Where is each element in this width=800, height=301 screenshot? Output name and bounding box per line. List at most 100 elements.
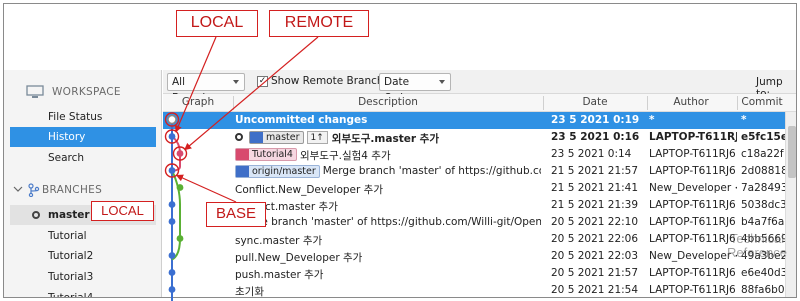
branches-header-label: BRANCHES <box>42 184 103 196</box>
annotation-local: LOCAL <box>176 10 258 37</box>
commit-hash: 7a28493 <box>741 182 785 194</box>
commit-author: LAPTOP-T611RJ6 <box>649 284 736 296</box>
branch-label: master <box>48 209 90 221</box>
commit-row[interactable]: push.master 추가 20 5 2021 21:57 LAPTOP-T611… <box>163 265 785 282</box>
commit-message: pull.New_Developer 추가 <box>235 252 363 264</box>
branches-filter-dropdown[interactable]: All Branches <box>167 73 245 104</box>
order-dropdown[interactable]: Date Order <box>379 73 451 104</box>
commit-message: 외부도구.실험4 추가 <box>299 150 391 162</box>
commit-hash: 2d08818 <box>741 165 785 177</box>
history-column-header: Graph Description Date Author Commit <box>163 94 796 112</box>
commit-author: * <box>649 114 655 126</box>
branch-tag[interactable]: Tutorial4 <box>235 148 297 161</box>
branches-header[interactable]: BRANCHES <box>4 178 162 202</box>
commit-hash: * <box>741 114 747 126</box>
sidebar-item-history[interactable]: History <box>10 127 156 147</box>
commit-description: origin/master Merge branch 'master' of ht… <box>235 165 541 178</box>
watermark: Technical Reference <box>722 232 792 260</box>
scrollbar-thumb[interactable] <box>788 126 796 178</box>
branch-tag-label: Tutorial4 <box>252 149 293 160</box>
commit-description: Merge branch 'master' of https://github.… <box>235 216 541 228</box>
commit-message: Conflict.New_Developer 추가 <box>235 184 383 196</box>
commit-list-scrollbar[interactable] <box>785 112 796 297</box>
commit-description: Tutorial4 외부도구.실험4 추가 <box>235 148 541 163</box>
commit-date: 20 5 2021 22:06 <box>551 233 639 245</box>
commit-message: 외부도구.master 추가 <box>331 133 439 145</box>
commit-date: 20 5 2021 22:10 <box>551 216 639 228</box>
sidebar-branch-tutorial3[interactable]: Tutorial3 <box>10 267 156 287</box>
commit-message: 초기화 <box>235 286 264 298</box>
commit-hash: e6e40d3 <box>741 267 785 279</box>
commit-hash: 88fa6b0 <box>741 284 785 296</box>
commit-row[interactable]: master 1↑ 외부도구.master 추가 23 5 2021 0:16 LAPT… <box>163 129 785 146</box>
commit-author: LAPTOP-T611RJ6 <box>649 131 737 143</box>
commit-description: 초기화 <box>235 284 541 298</box>
workspace-header[interactable]: WORKSPACE <box>4 80 162 104</box>
sidebar-branch-tutorial4[interactable]: Tutorial4 <box>10 288 156 297</box>
branch-tag[interactable]: origin/master <box>235 165 320 178</box>
sidebar: WORKSPACE File Status History Search BRA… <box>4 70 162 297</box>
branch-tag[interactable]: master <box>249 131 304 144</box>
show-remote-label: Show Remote Branches <box>271 75 396 87</box>
show-remote-checkbox[interactable]: ✓ <box>257 76 268 87</box>
commit-description: Conflict.New_Developer 추가 <box>235 182 541 197</box>
head-marker-icon <box>235 133 243 141</box>
sidebar-branch-tutorial[interactable]: Tutorial <box>10 226 156 246</box>
commit-row[interactable]: 초기화 20 5 2021 21:54 LAPTOP-T611RJ6 88fa6b0 <box>163 282 785 298</box>
sidebar-item-file-status[interactable]: File Status <box>10 107 156 127</box>
commit-author: LAPTOP-T611RJ6 <box>649 148 736 160</box>
commit-date: 21 5 2021 21:57 <box>551 165 639 177</box>
ahead-counter-badge: 1↑ <box>306 131 328 144</box>
commit-author: LAPTOP-T611RJ6 <box>649 267 736 279</box>
annotation-remote: REMOTE <box>269 10 369 37</box>
branch-tag-label: master <box>266 132 300 143</box>
watermark-line2: Reference <box>727 245 787 260</box>
commit-message: Uncommitted changes <box>235 114 368 126</box>
commit-row[interactable]: Uncommitted changes 23 5 2021 0:19 * * <box>163 112 785 129</box>
commit-description: sync.master 추가 <box>235 233 541 248</box>
workspace-header-label: WORKSPACE <box>52 86 121 98</box>
sidebar-item-search[interactable]: Search <box>10 148 156 168</box>
commit-date: 20 5 2021 21:54 <box>551 284 639 296</box>
commit-description: Conflict.master 추가 <box>235 199 541 214</box>
annotation-base: BASE <box>206 202 266 227</box>
watermark-line1: Technical <box>729 231 785 246</box>
commit-row[interactable]: Conflict.New_Developer 추가 21 5 2021 21:41… <box>163 180 785 197</box>
commit-row[interactable]: Tutorial4 외부도구.실험4 추가 23 5 2021 0:14 LAPTOP… <box>163 146 785 163</box>
commit-date: 23 5 2021 0:19 <box>551 114 640 126</box>
monitor-icon <box>26 85 44 99</box>
commit-date: 21 5 2021 21:41 <box>551 182 639 194</box>
commit-hash: c18a22f <box>741 148 784 160</box>
column-commit[interactable]: Commit <box>737 96 787 108</box>
commit-message: sync.master 추가 <box>235 235 323 247</box>
column-description[interactable]: Description <box>235 96 541 108</box>
annotation-local-branch: LOCAL <box>91 201 154 221</box>
column-author[interactable]: Author <box>647 96 735 108</box>
column-graph[interactable]: Graph <box>163 96 233 108</box>
commit-date: 20 5 2021 22:03 <box>551 250 639 262</box>
commit-row[interactable]: pull.New_Developer 추가 20 5 2021 22:03 New_… <box>163 248 785 265</box>
column-date[interactable]: Date <box>543 96 647 108</box>
history-toolbar: All Branches ✓ Show Remote Branches Date… <box>163 70 796 104</box>
commit-author: LAPTOP-T611RJ6 <box>649 199 736 211</box>
branch-icon <box>12 183 42 198</box>
commit-hash: 5038dc3 <box>741 199 785 211</box>
commit-description: master 1↑ 외부도구.master 추가 <box>235 131 541 146</box>
commit-row[interactable]: origin/master Merge branch 'master' of ht… <box>163 163 785 180</box>
commit-hash: b4a7f6a <box>741 216 785 228</box>
commit-author: LAPTOP-T611RJ6 <box>649 165 736 177</box>
commit-hash: e5fc15e <box>741 131 785 143</box>
commit-author: LAPTOP-T611RJ6 <box>649 216 736 228</box>
sidebar-branch-tutorial2[interactable]: Tutorial2 <box>10 246 156 266</box>
commit-date: 20 5 2021 21:57 <box>551 267 639 279</box>
commit-row[interactable]: sync.master 추가 20 5 2021 22:06 LAPTOP-T611… <box>163 231 785 248</box>
app-window: All Branches ✓ Show Remote Branches Date… <box>3 3 797 298</box>
commit-author: New_Developer < <box>649 182 737 194</box>
branch-tag-icon <box>236 149 249 160</box>
commit-description: push.master 추가 <box>235 267 541 282</box>
current-branch-marker <box>32 211 40 219</box>
commit-date: 23 5 2021 0:16 <box>551 131 640 143</box>
commit-description: pull.New_Developer 추가 <box>235 250 541 265</box>
branch-tag-icon <box>250 132 263 143</box>
commit-message: push.master 추가 <box>235 269 324 281</box>
